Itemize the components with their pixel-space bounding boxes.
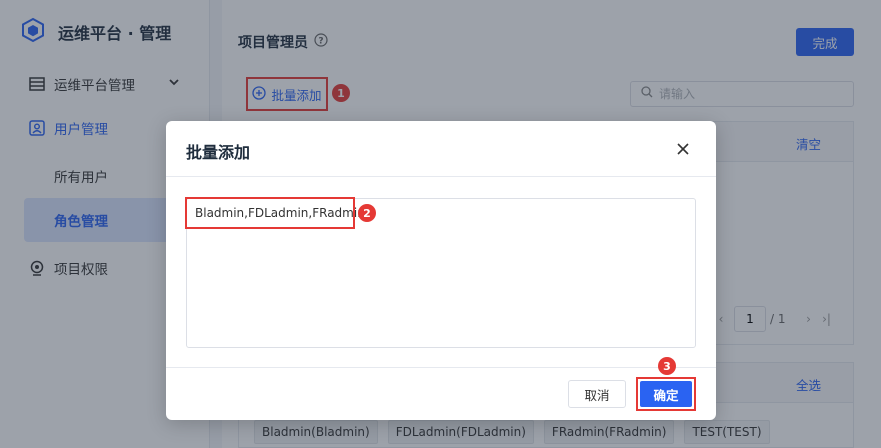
textarea-value: Bladmin,FDLadmin,FRadmin [185,197,365,229]
confirm-highlight: 确定 [636,377,696,411]
batch-add-dialog: 批量添加 Bladmin,FDLadmin,FRadmin 2 取消 3 确定 [166,121,716,420]
dialog-footer: 取消 3 确定 [166,357,716,420]
confirm-button[interactable]: 确定 [640,381,692,407]
step-badge-3: 3 [658,357,676,375]
dialog-body: Bladmin,FDLadmin,FRadmin 2 [166,177,716,367]
step-badge-2: 2 [358,204,376,222]
dialog-title: 批量添加 [186,143,251,162]
close-icon[interactable] [674,140,692,158]
dialog-header: 批量添加 [166,121,716,177]
cancel-button[interactable]: 取消 [568,380,626,408]
